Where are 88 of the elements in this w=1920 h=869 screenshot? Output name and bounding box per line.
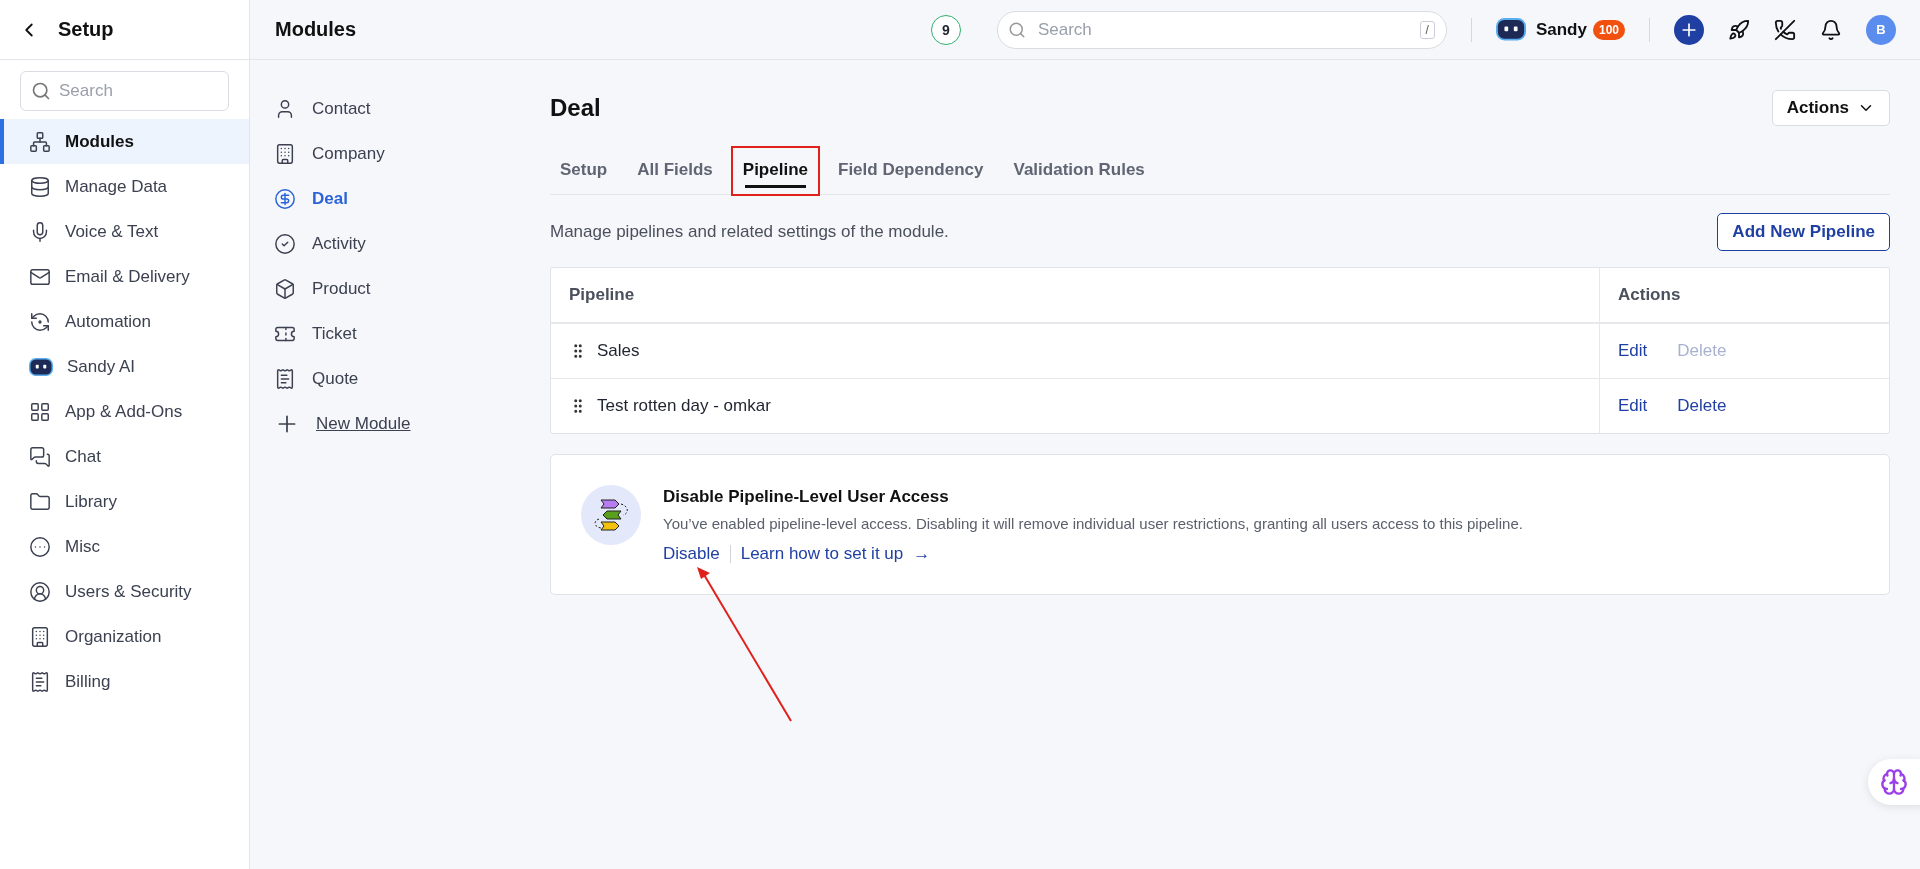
robot-icon <box>29 357 53 376</box>
learn-link[interactable]: Learn how to set it up <box>740 544 904 564</box>
sidebar-item[interactable]: Email & Delivery <box>0 254 249 299</box>
column-header: Actions <box>1618 285 1681 305</box>
count-badge[interactable]: 9 <box>930 14 961 45</box>
sidebar-item[interactable]: Voice & Text <box>0 209 249 254</box>
edit-link[interactable]: Edit <box>1618 396 1648 416</box>
folder-icon <box>29 490 51 513</box>
module-nav-item[interactable]: Deal <box>312 188 348 209</box>
sidebar-item-label: Voice & Text <box>65 221 159 242</box>
sidebar-item[interactable]: Automation <box>0 299 249 344</box>
grid-icon <box>29 400 51 423</box>
column-header: Pipeline <box>569 285 635 305</box>
sidebar-item[interactable]: Sandy AI <box>0 344 249 389</box>
notice-text: You’ve enabled pipeline-level access. Disabling it will remove individual user restrictions, granting all users access to this pipeline. <box>663 515 1523 532</box>
sidebar-item[interactable]: Modules <box>0 119 249 164</box>
cycle-icon <box>29 310 51 333</box>
sidebar-item-label: Library <box>65 491 117 512</box>
brain-icon <box>1880 768 1908 796</box>
tab[interactable]: Field Dependency <box>828 148 994 194</box>
sidebar-title: Setup <box>58 18 114 41</box>
building-icon <box>274 142 296 165</box>
assistant-button[interactable] <box>1868 759 1920 805</box>
chat-icon <box>29 445 51 468</box>
description-text: Manage pipelines and related settings of the module. <box>550 222 949 242</box>
phone-off-icon[interactable] <box>1774 18 1796 41</box>
actions-button[interactable]: Actions <box>1771 90 1890 126</box>
notice-title: Disable Pipeline-Level User Access <box>663 487 950 507</box>
module-nav-item[interactable]: Contact <box>312 98 371 119</box>
sidebar-item-label: Billing <box>65 671 111 692</box>
sidebar-item[interactable]: App & Add-Ons <box>0 389 249 434</box>
module-nav-item[interactable]: Activity <box>312 233 366 254</box>
module-nav-item[interactable]: Quote <box>312 368 359 389</box>
sidebar-item-label: Modules <box>65 131 134 152</box>
pipeline-name: Test rotten day - omkar <box>597 396 771 416</box>
search-icon <box>31 81 51 101</box>
sidebar-item-label: Automation <box>65 311 151 332</box>
robot-icon <box>1495 18 1526 41</box>
module-title: Deal <box>550 94 601 122</box>
dollar-icon <box>274 187 296 210</box>
tab[interactable]: All Fields <box>627 148 723 194</box>
tab[interactable]: Validation Rules <box>1003 148 1155 194</box>
credit-badge: 100 <box>1592 19 1625 40</box>
sidebar-item-label: Email & Delivery <box>65 266 190 287</box>
tab[interactable]: Pipeline <box>732 148 818 194</box>
edit-link[interactable]: Edit <box>1618 341 1648 361</box>
receipt-icon <box>274 367 296 390</box>
assistant-name[interactable]: Sandy <box>1535 19 1587 40</box>
shortcut-key: / <box>1419 20 1435 39</box>
sidebar-item[interactable]: Organization <box>0 614 249 659</box>
sidebar-item[interactable]: Billing <box>0 659 249 704</box>
sidebar-item-label: Manage Data <box>65 176 168 197</box>
tab[interactable]: Setup <box>550 148 618 194</box>
sidebar-item-label: Chat <box>65 446 101 467</box>
rocket-icon[interactable] <box>1728 18 1750 41</box>
sidebar-item[interactable]: Library <box>0 479 249 524</box>
module-nav-item[interactable]: Company <box>312 143 385 164</box>
delete-link[interactable]: Delete <box>1677 396 1727 416</box>
database-icon <box>29 175 51 198</box>
dots-icon <box>29 535 51 558</box>
search-icon <box>1007 20 1026 39</box>
sidebar-item-label: Sandy AI <box>67 356 136 377</box>
disable-link[interactable]: Disable <box>663 544 720 564</box>
receipt-icon <box>29 670 51 693</box>
sidebar-item-label: Misc <box>65 536 100 557</box>
page-header-title: Modules <box>275 18 357 41</box>
pipeline-illustration-icon <box>581 485 641 545</box>
sidebar-item[interactable]: Chat <box>0 434 249 479</box>
sidebar-item[interactable]: Misc <box>0 524 249 569</box>
sidebar-item[interactable]: Users & Security <box>0 569 249 614</box>
module-nav-item[interactable]: Ticket <box>312 323 357 344</box>
add-button[interactable] <box>1674 14 1704 45</box>
sidebar-item[interactable]: Manage Data <box>0 164 249 209</box>
arrow-link[interactable]: → <box>913 544 931 564</box>
sidebar-item-label: App & Add-Ons <box>65 401 183 422</box>
box-icon <box>274 277 296 300</box>
notifications-icon[interactable] <box>1820 18 1842 41</box>
search-field[interactable]: Search <box>20 71 229 111</box>
check-icon <box>274 232 296 255</box>
hierarchy-icon <box>29 130 51 153</box>
sidebar-item-label: Organization <box>65 626 162 647</box>
pipeline-name: Sales <box>597 341 640 361</box>
add-pipeline-button[interactable]: Add New Pipeline <box>1717 213 1890 251</box>
new-module-link[interactable]: New Module <box>316 413 411 434</box>
user-icon <box>29 580 51 603</box>
module-nav-item[interactable]: Product <box>312 278 371 299</box>
building-icon <box>29 625 51 648</box>
sidebar-item-label: Users & Security <box>65 581 192 602</box>
